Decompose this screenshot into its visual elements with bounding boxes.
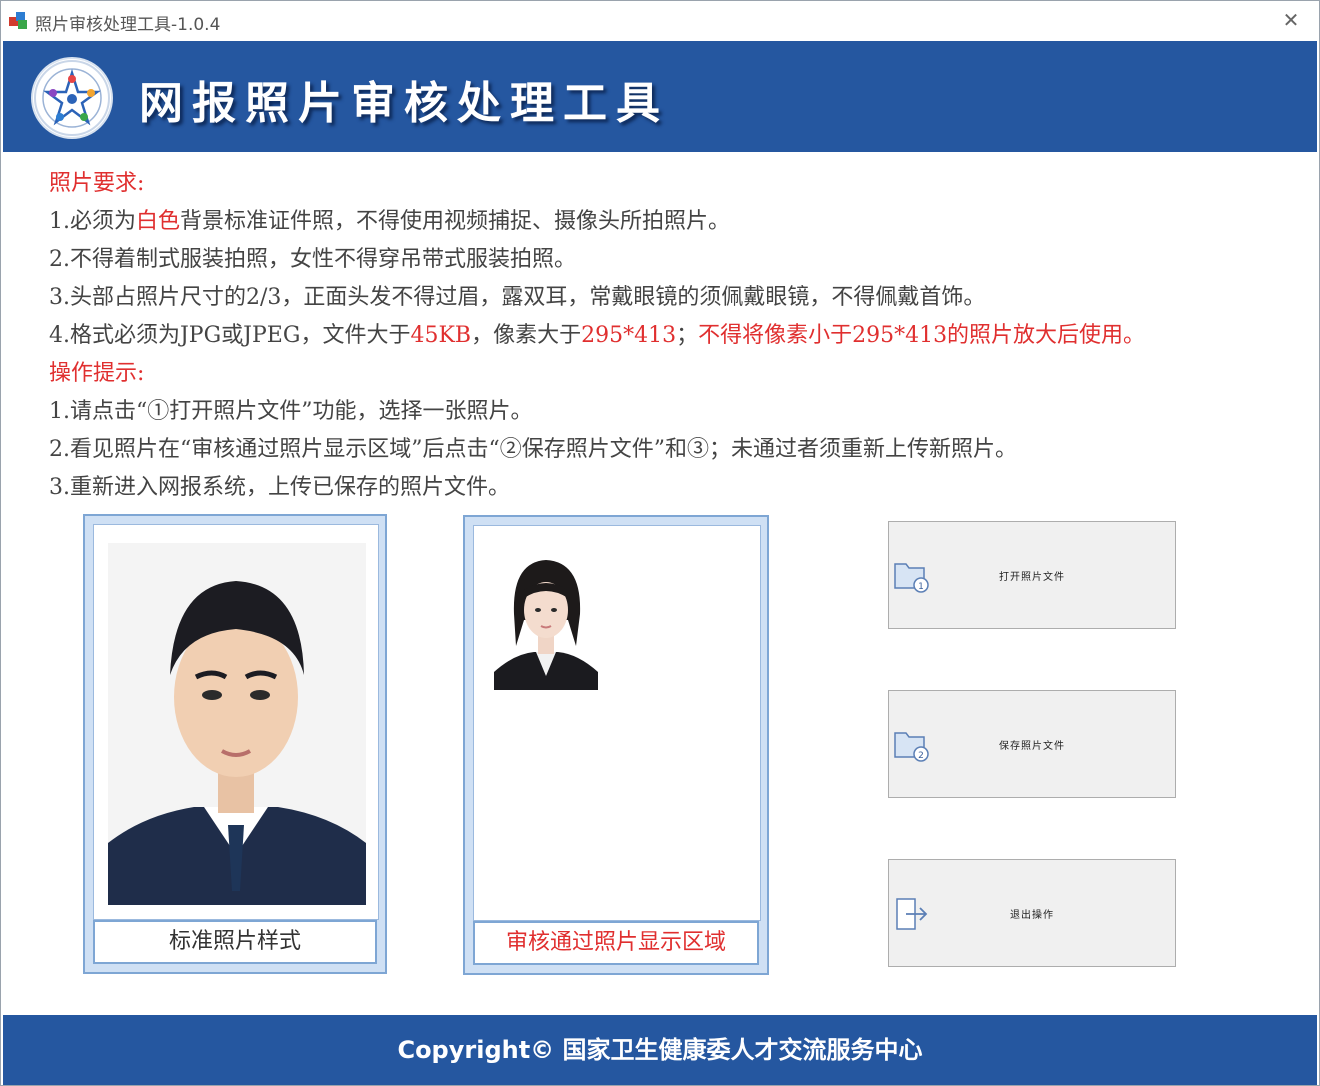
approved-photo-panel: 审核通过照片显示区域 — [463, 515, 769, 975]
logo-icon — [33, 59, 111, 137]
instruction-2: 2.看见照片在“审核通过照片显示区域”后点击“②保存照片文件”和③；未通过者须重… — [49, 437, 1017, 462]
requirement-1-prefix: 1.必须为 — [49, 209, 136, 234]
instructions-text: 照片要求: 1.必须为白色背景标准证件照，不得使用视频捕捉、摄像头所拍照片。 2… — [49, 165, 1145, 507]
exit-label: 退出操作 — [1010, 909, 1054, 921]
instruction-1: 1.请点击“①打开照片文件”功能，选择一张照片。 — [49, 399, 533, 424]
exit-button[interactable]: 退出操作 — [888, 859, 1176, 967]
requirement-1-suffix: 背景标准证件照，不得使用视频捕捉、摄像头所拍照片。 — [180, 209, 731, 234]
requirement-4-part1: 4.格式必须为JPG或JPEG，文件大于 — [49, 323, 411, 348]
save-photo-label: 保存照片文件 — [999, 740, 1065, 752]
requirement-4-part3: ； — [676, 323, 699, 348]
approved-photo-area — [473, 525, 761, 921]
sample-portrait-image — [108, 543, 366, 905]
sample-photo-panel: 标准照片样式 — [83, 514, 387, 974]
requirement-4-part2: ，像素大于 — [471, 323, 582, 348]
approved-photo-thumbnail — [494, 554, 598, 690]
requirement-1: 1.必须为白色背景标准证件照，不得使用视频捕捉、摄像头所拍照片。 — [49, 203, 1145, 241]
requirements-heading: 照片要求: — [49, 171, 145, 196]
banner-header: 网报照片审核处理工具 — [3, 41, 1317, 152]
requirement-4-warning: 不得将像素小于295*413的照片放大后使用。 — [698, 323, 1146, 348]
open-photo-label: 打开照片文件 — [999, 571, 1065, 583]
open-photo-button[interactable]: 1 打开照片文件 — [888, 521, 1176, 629]
app-icon — [9, 12, 27, 29]
requirement-1-highlight: 白色 — [136, 209, 181, 234]
sample-photo-caption: 标准照片样式 — [93, 920, 377, 964]
window-title: 照片审核处理工具-1.0.4 — [35, 15, 221, 35]
requirement-3: 3.头部占照片尺寸的2/3，正面头发不得过眉，露双耳，常戴眼镜的须佩戴眼镜，不得… — [49, 285, 986, 310]
requirement-2: 2.不得着制式服装拍照，女性不得穿吊带式服装拍照。 — [49, 247, 576, 272]
banner-title: 网报照片审核处理工具 — [139, 78, 669, 129]
sample-photo — [93, 524, 379, 920]
close-icon: ✕ — [1282, 8, 1300, 32]
instruction-3: 3.重新进入网报系统，上传已保存的照片文件。 — [49, 475, 510, 500]
close-button[interactable]: ✕ — [1273, 5, 1309, 35]
approved-photo-caption: 审核通过照片显示区域 — [473, 921, 759, 965]
footer-copyright: Copyright© 国家卫生健康委人才交流服务中心 — [3, 1015, 1317, 1085]
requirement-4-pixels: 295*413 — [581, 323, 677, 348]
save-photo-button[interactable]: 2 保存照片文件 — [888, 690, 1176, 798]
requirement-4-size: 45KB — [410, 323, 472, 348]
app-window: 照片审核处理工具-1.0.4 ✕ 网报照片审核处理工具 照片要求: 1.必须为白… — [0, 0, 1320, 1086]
instructions-heading: 操作提示: — [49, 361, 145, 386]
title-bar: 照片审核处理工具-1.0.4 ✕ — [1, 1, 1319, 41]
requirement-4: 4.格式必须为JPG或JPEG，文件大于45KB，像素大于295*413；不得将… — [49, 317, 1145, 355]
